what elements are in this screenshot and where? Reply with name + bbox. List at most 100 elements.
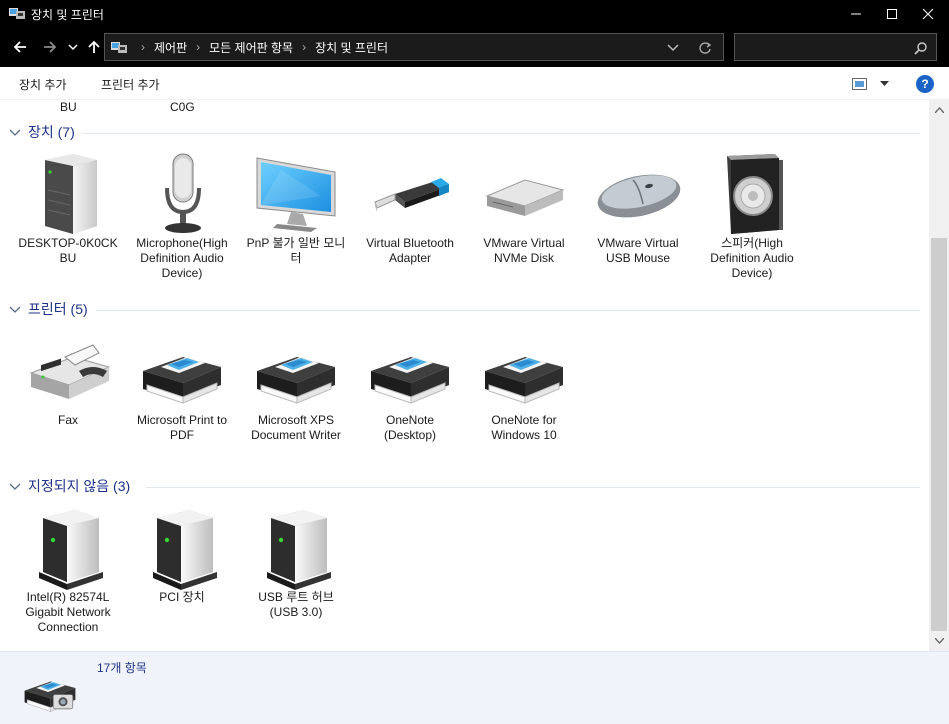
device-label: Virtual Bluetooth Adapter <box>366 236 454 265</box>
unspecified-item[interactable]: USB 루트 허브 (USB 3.0) <box>244 504 348 620</box>
details-pane: 17개 항목 <box>0 651 949 724</box>
chevron-down-icon <box>9 483 21 490</box>
group-header-printers[interactable]: 프린터 (5) <box>8 299 88 319</box>
printer-label: Microsoft XPS Document Writer <box>251 413 341 442</box>
printer-label: OneNote for Windows 10 <box>491 413 557 442</box>
breadcrumb-devices-printers[interactable]: 장치 및 프린터 <box>315 39 388 56</box>
chevron-right-icon[interactable]: › <box>196 40 200 54</box>
unspecified-item[interactable]: PCI 장치 <box>130 504 234 605</box>
chevron-down-icon <box>667 44 679 52</box>
device-item[interactable]: Microphone(High Definition Audio Device) <box>130 150 234 281</box>
close-icon <box>922 8 934 19</box>
server-box-icon <box>23 504 113 590</box>
device-label: VMware Virtual NVMe Disk <box>483 236 565 265</box>
chevron-down-icon <box>68 44 78 51</box>
chevron-down-icon <box>934 638 944 644</box>
chevron-up-icon <box>934 107 944 113</box>
device-item[interactable]: DESKTOP-0K0CK BU <box>16 150 120 266</box>
printer-item[interactable]: Microsoft Print to PDF <box>130 327 234 443</box>
recent-locations-button[interactable] <box>66 37 80 57</box>
unspecified-item[interactable]: Intel(R) 82574L Gigabit Network Connecti… <box>16 504 120 635</box>
view-options-button[interactable] <box>852 76 892 92</box>
search-button[interactable] <box>913 38 929 58</box>
printer-label: OneNote (Desktop) <box>383 413 436 442</box>
add-device-button[interactable]: 장치 추가 <box>19 76 67 93</box>
breadcrumb-control-panel[interactable]: 제어판 <box>154 39 187 56</box>
printer-label: Microsoft Print to PDF <box>136 413 228 442</box>
help-icon: ? <box>921 77 929 91</box>
printer-item[interactable]: Microsoft XPS Document Writer <box>244 327 348 443</box>
fax-icon <box>23 327 113 413</box>
arrow-up-icon <box>88 40 100 53</box>
group-title: 프린터 (5) <box>28 301 88 317</box>
chevron-right-icon: › <box>141 40 145 54</box>
device-label: 스피커(High Definition Audio Device) <box>710 236 794 280</box>
view-icon <box>852 77 867 90</box>
printer-icon <box>365 327 455 413</box>
list-item-label[interactable]: BU <box>60 100 77 114</box>
device-item[interactable]: VMware Virtual NVMe Disk <box>472 150 576 266</box>
printer-item[interactable]: Fax <box>16 327 120 428</box>
minimize-icon <box>851 13 861 14</box>
printer-icon <box>479 327 569 413</box>
arrow-right-icon <box>44 41 57 53</box>
device-item[interactable]: 스피커(High Definition Audio Device) <box>700 150 804 281</box>
search-input[interactable] <box>734 33 937 61</box>
refresh-icon <box>699 42 712 54</box>
search-icon <box>914 42 927 55</box>
chevron-down-icon <box>880 81 889 86</box>
printer-item[interactable]: OneNote for Windows 10 <box>472 327 576 443</box>
title-bar: 장치 및 프린터 <box>0 0 949 27</box>
group-header-devices[interactable]: 장치 (7) <box>8 122 75 142</box>
printer-icon <box>251 327 341 413</box>
group-title: 지정되지 않음 (3) <box>28 478 131 494</box>
device-item[interactable]: Virtual Bluetooth Adapter <box>358 150 462 266</box>
server-box-icon <box>251 504 341 590</box>
server-box-icon <box>137 504 227 590</box>
group-divider <box>96 310 920 311</box>
add-printer-button[interactable]: 프린터 추가 <box>101 76 160 93</box>
control-panel-icon <box>111 42 127 53</box>
forward-button[interactable] <box>40 37 60 57</box>
up-button[interactable] <box>84 37 104 57</box>
device-item[interactable]: VMware Virtual USB Mouse <box>586 150 690 266</box>
device-label: Microphone(High Definition Audio Device) <box>136 236 228 280</box>
printer-icon <box>137 327 227 413</box>
device-label: DESKTOP-0K0CK BU <box>18 236 118 265</box>
device-item[interactable]: PnP 불가 일반 모니터 <box>244 150 348 266</box>
refresh-button[interactable] <box>696 38 714 58</box>
help-button[interactable]: ? <box>916 75 934 93</box>
devices-printers-icon <box>9 8 25 19</box>
device-list: BU C0G 장치 (7) DESKTOP-0K0CK BU Microphon… <box>0 100 929 651</box>
maximize-icon <box>887 8 897 19</box>
breadcrumb: › 제어판 › 모든 제어판 항목 › 장치 및 프린터 <box>110 38 388 56</box>
scroll-up-button[interactable] <box>929 102 949 118</box>
printer-label: Fax <box>57 413 78 427</box>
device-label: VMware Virtual USB Mouse <box>597 236 679 265</box>
group-divider <box>146 487 920 488</box>
speaker-icon <box>707 150 797 236</box>
printer-item[interactable]: OneNote (Desktop) <box>358 327 462 443</box>
monitor-icon <box>251 150 341 236</box>
close-button[interactable] <box>905 0 949 27</box>
back-button[interactable] <box>10 37 30 57</box>
scrollbar-thumb[interactable] <box>931 238 947 631</box>
unspecified-label: USB 루트 허브 (USB 3.0) <box>258 590 334 619</box>
scroll-down-button[interactable] <box>929 633 949 649</box>
chevron-down-icon <box>9 306 21 313</box>
group-header-unspecified[interactable]: 지정되지 않음 (3) <box>8 476 130 496</box>
chevron-right-icon[interactable]: › <box>302 40 306 54</box>
devices-printers-icon <box>20 662 80 718</box>
chevron-down-icon <box>9 129 21 136</box>
list-item-label[interactable]: C0G <box>170 100 195 114</box>
arrow-left-icon <box>13 41 26 53</box>
address-dropdown-button[interactable] <box>664 38 682 58</box>
unspecified-label: PCI 장치 <box>159 590 205 604</box>
window-title: 장치 및 프린터 <box>31 8 104 22</box>
disk-drive-icon <box>479 150 569 236</box>
group-divider <box>82 133 920 134</box>
breadcrumb-all-items[interactable]: 모든 제어판 항목 <box>209 39 293 56</box>
mouse-icon <box>593 150 683 236</box>
microphone-icon <box>137 150 227 236</box>
unspecified-label: Intel(R) 82574L Gigabit Network Connecti… <box>25 590 111 634</box>
